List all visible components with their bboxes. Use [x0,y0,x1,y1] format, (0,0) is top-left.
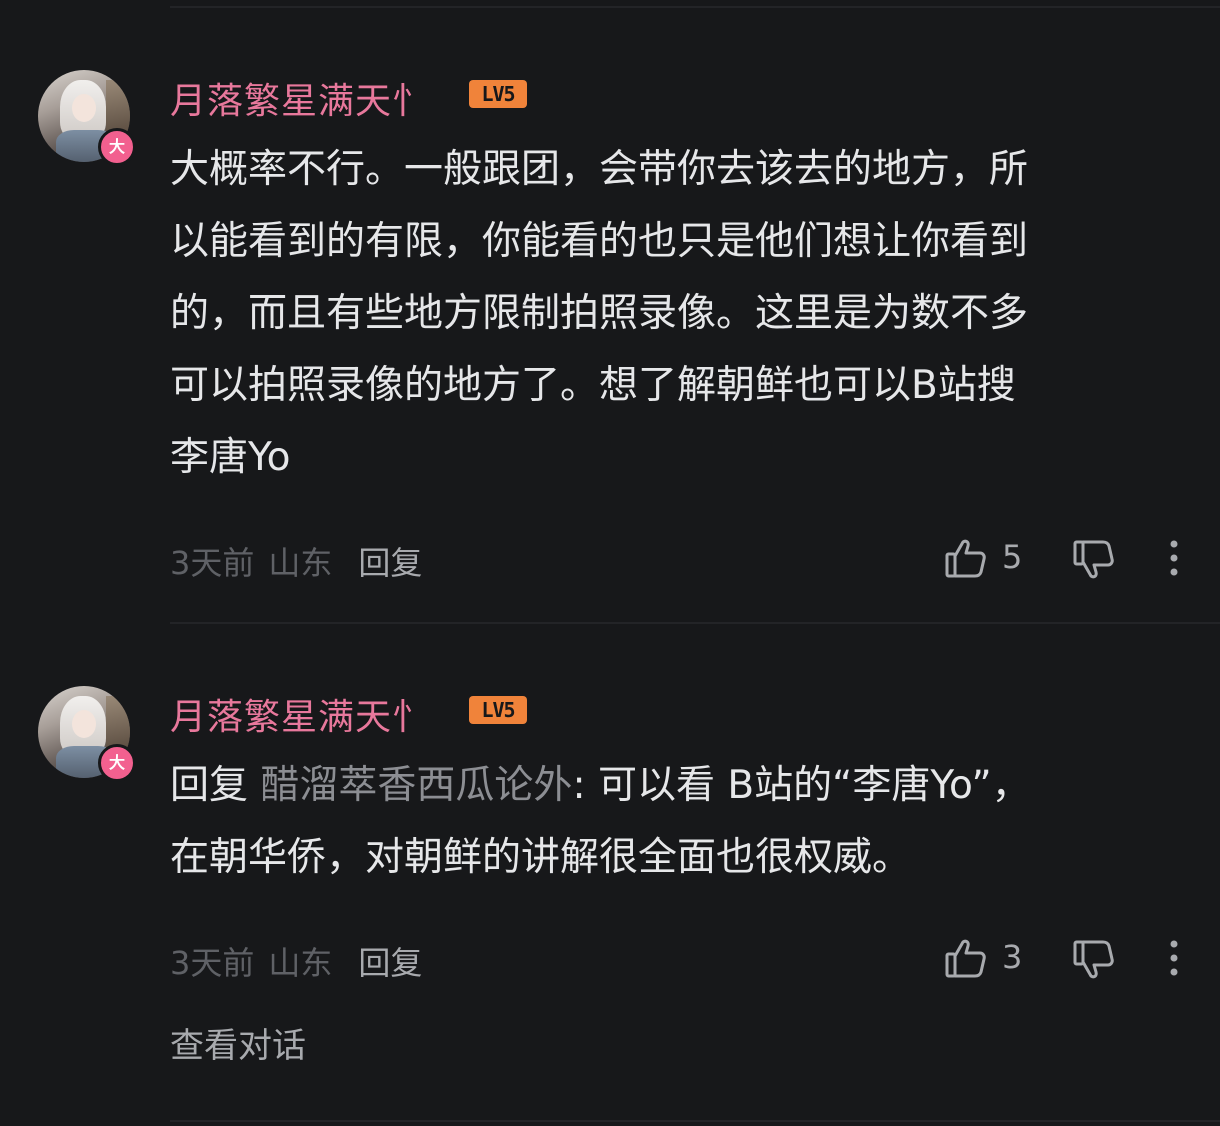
more-vertical-icon[interactable] [1162,538,1186,578]
vip-badge: 大 [98,744,136,782]
reply-target-user[interactable]: 醋溜萃香西瓜论外 [260,763,572,808]
username[interactable]: 月落繁星满天忄 [170,72,429,124]
comment-text-line: 李唐Yo [170,435,291,480]
level-badge: LV5 [469,80,527,108]
comment-text-line: 在朝华侨，对朝鲜的讲解很全面也很权威。 [170,835,912,880]
comment-text-line: 的，而且有些地方限制拍照录像。这里是为数不多 [170,291,1029,336]
location: 山东 [268,944,333,982]
username[interactable]: 月落繁星满天忄 [170,688,429,740]
comment-divider [170,622,1220,624]
comment-text-line: 可以拍照录像的地方了。想了解朝鲜也可以B站搜 [170,363,1016,408]
thumbs-up-icon[interactable] [944,936,988,980]
comment-meta: 3天前 山东 回复 [170,538,422,584]
top-divider [170,6,1220,8]
reply-button[interactable]: 回复 [358,544,422,582]
comment-text: 大概率不行。一般跟团，会带你去该去的地方，所 以能看到的有限，你能看的也只是他们… [170,134,1170,494]
thumbs-down-icon[interactable] [1072,938,1116,982]
timestamp: 3天前 [170,544,255,582]
level-badge: LV5 [469,696,527,724]
reply-prefix: 回复 [170,763,249,808]
reply-button[interactable]: 回复 [358,944,422,982]
comment-text-line: 以能看到的有限，你能看的也只是他们想让你看到 [170,219,1029,264]
comment-text-line: 大概率不行。一般跟团，会带你去该去的地方，所 [170,147,1029,192]
comment-meta: 3天前 山东 回复 [170,938,422,984]
thumbs-up-icon[interactable] [944,536,988,580]
timestamp: 3天前 [170,944,255,982]
thumbs-down-icon[interactable] [1072,538,1116,582]
like-count: 3 [1002,938,1023,976]
comment-text-segment: : 可以看 B站的“李唐Yo”， [572,763,1031,808]
like-count: 5 [1002,538,1023,576]
vip-badge: 大 [98,128,136,166]
location: 山东 [268,544,333,582]
more-vertical-icon[interactable] [1162,938,1186,978]
view-conversation-link[interactable]: 查看对话 [170,1018,306,1067]
comment-text-line: 回复 醋溜萃香西瓜论外: 可以看 B站的“李唐Yo”， [170,750,1170,822]
bottom-divider [170,1120,1220,1122]
comment-text: 回复 醋溜萃香西瓜论外: 可以看 B站的“李唐Yo”， 在朝华侨，对朝鲜的讲解很… [170,750,1170,894]
